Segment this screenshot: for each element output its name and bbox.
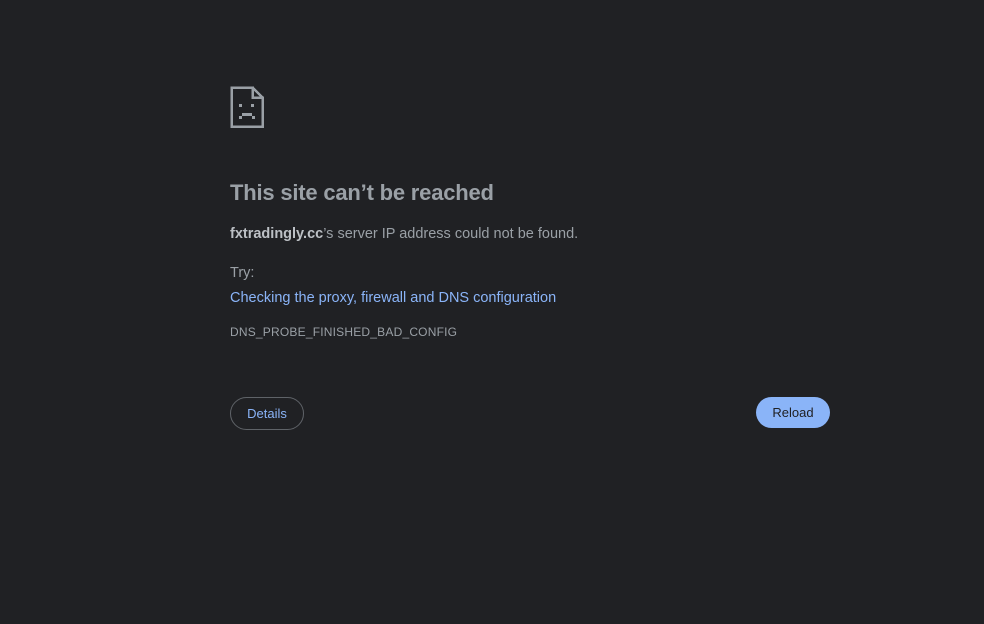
error-code: DNS_PROBE_FINISHED_BAD_CONFIG <box>230 325 458 339</box>
try-label: Try: <box>230 265 255 281</box>
host-name: fxtradingly.cc <box>230 226 324 242</box>
error-message: fxtradingly.cc’s server IP address could… <box>230 224 830 244</box>
proxy-firewall-dns-link[interactable]: Checking the proxy, firewall and DNS con… <box>230 288 556 308</box>
details-button[interactable]: Details <box>230 397 304 430</box>
error-content: This site can’t be reached fxtradingly.c… <box>230 86 830 340</box>
error-page: This site can’t be reached fxtradingly.c… <box>0 0 984 624</box>
sad-page-icon <box>230 86 264 128</box>
page-title: This site can’t be reached <box>230 180 494 205</box>
error-message-suffix: ’s server IP address could not be found. <box>323 226 579 242</box>
reload-button[interactable]: Reload <box>756 397 830 428</box>
